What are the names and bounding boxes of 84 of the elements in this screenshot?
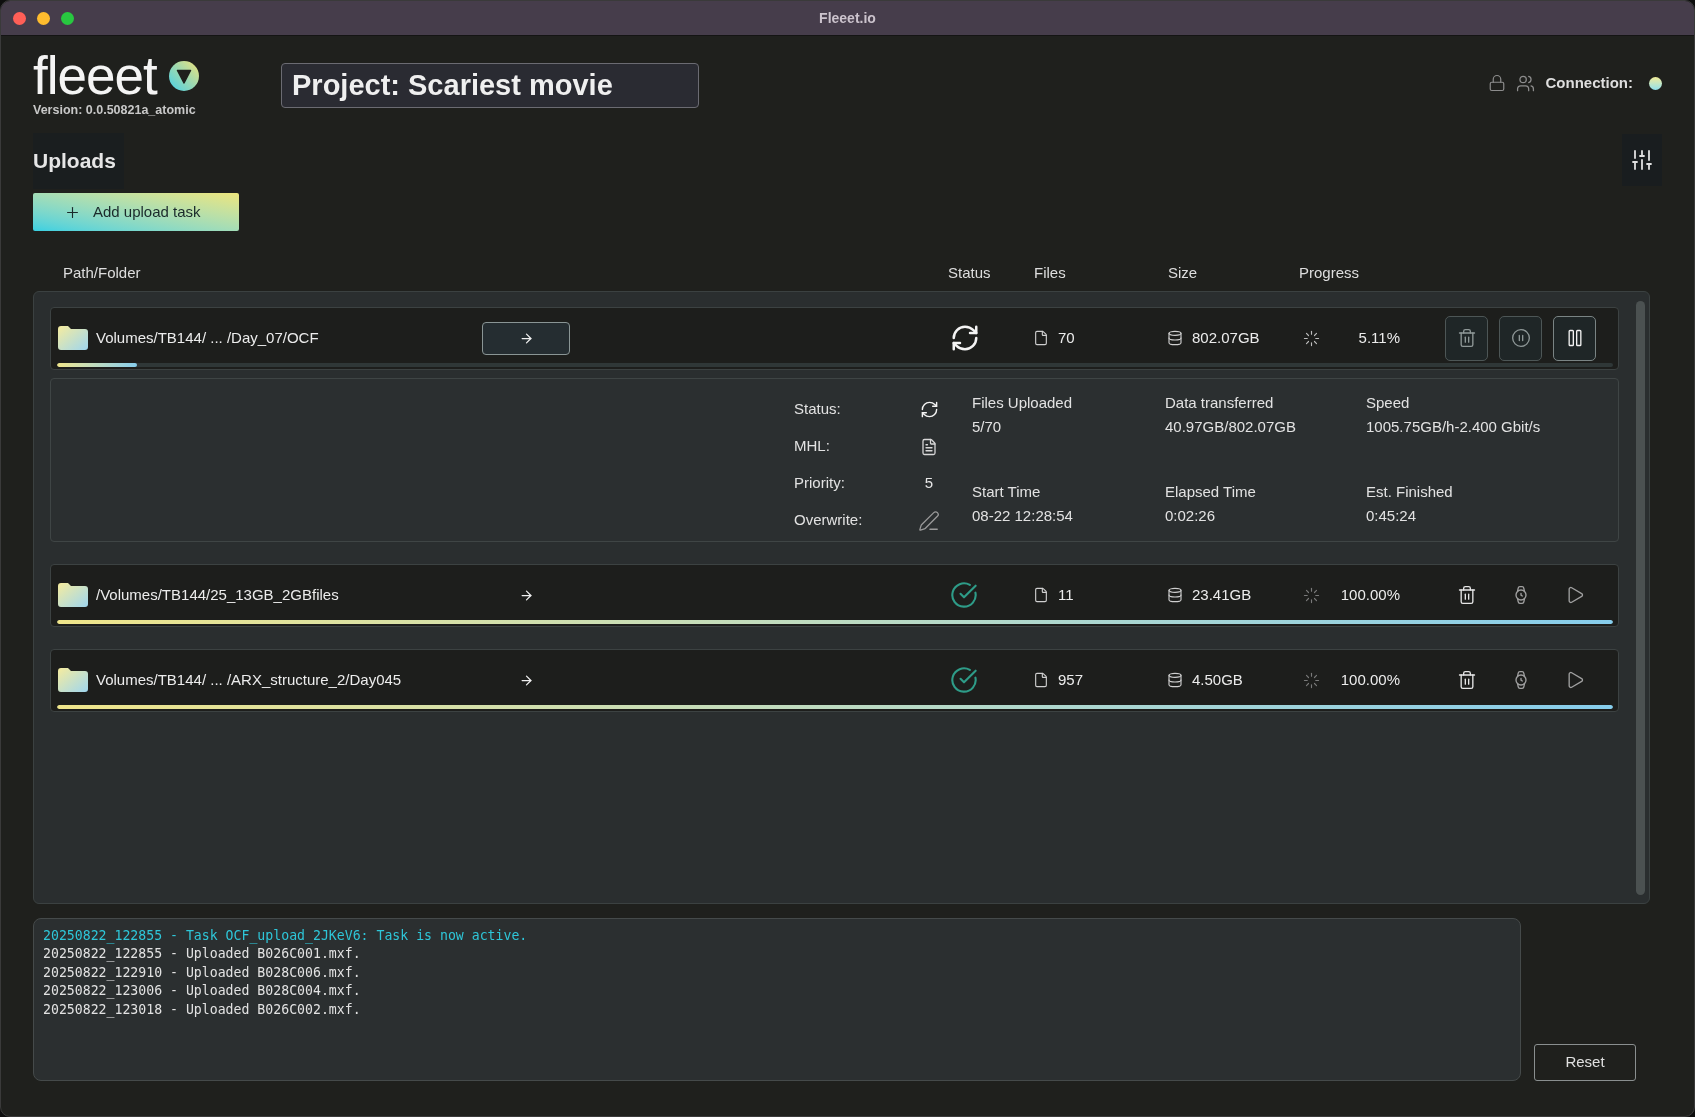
folder-icon bbox=[58, 326, 88, 350]
field-label: Priority: bbox=[794, 473, 845, 494]
stat-value: 40.97GB/802.07GB bbox=[1165, 417, 1296, 437]
connection-label: Connection: bbox=[1545, 72, 1633, 93]
progress-percent: 100.00% bbox=[1340, 584, 1400, 605]
section-heading: Uploads bbox=[33, 133, 124, 189]
folder-icon bbox=[58, 583, 88, 607]
field-label: MHL: bbox=[794, 436, 830, 457]
progress-percent: 5.11% bbox=[1358, 327, 1400, 348]
app-logo: fleeet bbox=[33, 49, 157, 103]
open-button[interactable] bbox=[518, 587, 534, 603]
field-label: Status: bbox=[794, 399, 841, 420]
column-header: Size bbox=[1168, 264, 1198, 281]
project-title-field: Project: Scariest movie bbox=[281, 63, 699, 108]
pause-circle-icon bbox=[1510, 328, 1531, 348]
upload-size: 4.50GB bbox=[1192, 669, 1243, 690]
upload-size: 802.07GB bbox=[1192, 327, 1260, 348]
column-header: Status bbox=[948, 264, 991, 281]
lock-icon bbox=[1487, 74, 1506, 92]
pencil-icon bbox=[918, 509, 940, 532]
database-icon bbox=[1167, 587, 1183, 603]
stat-label: Start Time bbox=[972, 482, 1041, 502]
field-label: Overwrite: bbox=[794, 510, 863, 531]
trash-icon bbox=[1456, 585, 1477, 605]
database-icon bbox=[1167, 330, 1183, 346]
database-icon bbox=[1167, 672, 1183, 688]
spinner-icon bbox=[1303, 586, 1320, 604]
folder-icon bbox=[58, 668, 88, 692]
close-window-button[interactable] bbox=[13, 11, 26, 25]
column-header: Path/Folder bbox=[63, 264, 141, 281]
pause-button[interactable] bbox=[1553, 315, 1596, 361]
stat-value: 5/70 bbox=[972, 417, 1002, 437]
minimize-window-button[interactable] bbox=[37, 11, 50, 25]
folder-path: /Volumes/TB144/25_13GB_2GBfiles bbox=[96, 584, 339, 605]
arrow-right-icon bbox=[518, 330, 534, 346]
stat-label: Speed bbox=[1366, 393, 1410, 413]
scrollbar[interactable] bbox=[1636, 301, 1645, 895]
document-icon bbox=[920, 437, 938, 456]
users-icon bbox=[1515, 73, 1535, 93]
spinner-icon bbox=[1303, 671, 1320, 689]
folder-path: Volumes/TB144/ ... /ARX_structure_2/Day045 bbox=[96, 669, 402, 690]
delete-button[interactable] bbox=[1456, 585, 1477, 605]
stat-label: Data transferred bbox=[1165, 393, 1274, 413]
file-icon bbox=[1033, 330, 1049, 346]
logo-icon bbox=[168, 61, 199, 91]
file-count: 957 bbox=[1058, 669, 1084, 690]
arrow-right-icon bbox=[518, 672, 534, 688]
file-count: 11 bbox=[1058, 584, 1074, 605]
stat-value: 0:02:26 bbox=[1165, 506, 1216, 526]
maximize-window-button[interactable] bbox=[61, 11, 74, 25]
progress-percent: 100.00% bbox=[1340, 669, 1400, 690]
stat-value: 0:45:24 bbox=[1366, 506, 1417, 526]
window-title: Fleeet.io bbox=[819, 8, 876, 28]
open-button[interactable] bbox=[518, 672, 534, 688]
folder-path: Volumes/TB144/ ... /Day_07/OCF bbox=[96, 327, 319, 348]
log-line: 20250822_122855 - Task OCF_upload_2JKeV6: Task is now active. bbox=[43, 927, 528, 946]
stat-value: 08-22 12:28:54 bbox=[972, 506, 1073, 526]
trash-icon bbox=[1456, 670, 1477, 690]
field-value: 5 bbox=[924, 473, 934, 494]
file-icon bbox=[1033, 587, 1049, 603]
delete-button[interactable] bbox=[1456, 670, 1477, 690]
log-line: 20250822_123018 - Uploaded B026C002.mxf. bbox=[43, 1000, 361, 1020]
column-header: Progress bbox=[1299, 264, 1360, 281]
settings-button[interactable] bbox=[1622, 134, 1662, 186]
stat-label: Est. Finished bbox=[1366, 482, 1453, 502]
reset-button[interactable]: Reset bbox=[1534, 1044, 1636, 1081]
stat-value: 1005.75GB/h-2.400 Gbit/s bbox=[1366, 417, 1541, 437]
upload-size: 23.41GB bbox=[1192, 584, 1252, 605]
sliders-icon bbox=[1630, 148, 1654, 172]
log-line: 20250822_122910 - Uploaded B028C006.mxf. bbox=[43, 963, 361, 983]
trash-icon bbox=[1456, 328, 1477, 348]
stat-label: Elapsed Time bbox=[1165, 482, 1256, 502]
version-label: Version: 0.0.50821a_atomic bbox=[33, 103, 196, 117]
log-line: 20250822_123006 - Uploaded B028C004.mxf. bbox=[43, 982, 361, 1001]
pause-circle-button[interactable] bbox=[1499, 315, 1542, 361]
sync-icon bbox=[919, 400, 939, 419]
column-header: Files bbox=[1034, 264, 1066, 281]
add-upload-task-button[interactable]: Add upload task bbox=[33, 193, 239, 231]
log-line: 20250822_122855 - Uploaded B026C001.mxf. bbox=[43, 945, 361, 964]
arrow-right-icon bbox=[518, 587, 534, 603]
file-icon bbox=[1033, 672, 1049, 688]
spinner-icon bbox=[1303, 329, 1320, 347]
file-count: 70 bbox=[1058, 327, 1075, 348]
stat-label: Files Uploaded bbox=[972, 393, 1073, 413]
